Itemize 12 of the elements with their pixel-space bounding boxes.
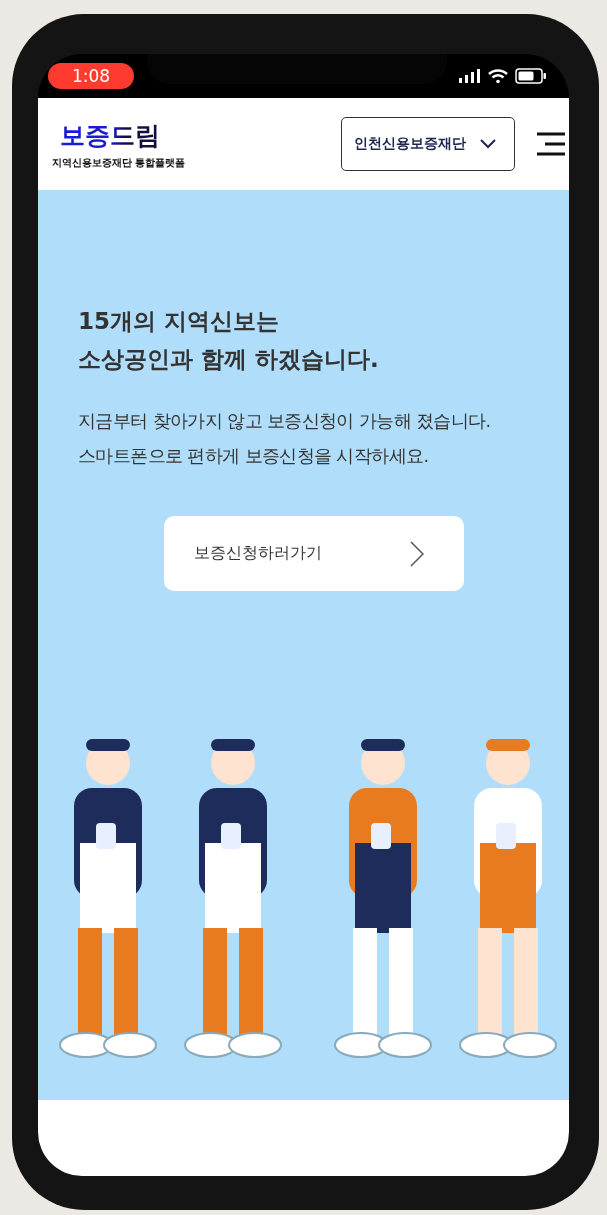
wifi-icon <box>487 68 509 84</box>
status-time: 1:08 <box>48 63 135 89</box>
region-dropdown[interactable]: 인천신용보증재단 <box>341 117 515 171</box>
apply-guarantee-button[interactable]: 보증신청하러가기 <box>164 516 464 591</box>
signal-icon <box>459 69 481 83</box>
hero-description: 지금부터 찾아가지 않고 보증신청이 가능해 졌습니다. 스마트폰으로 편하게 보증신청을 시작하세요. <box>78 410 492 468</box>
menu-icon[interactable] <box>535 132 565 156</box>
chevron-right-icon <box>410 540 424 567</box>
logo-tagline: 지역신용보증재단 통합플랫폼 <box>52 155 186 170</box>
battery-icon <box>515 68 547 84</box>
hero-headline: 15개의 지역신보는 소상공인과 함께 하겠습니다. <box>78 307 380 374</box>
chevron-down-icon <box>480 139 496 149</box>
